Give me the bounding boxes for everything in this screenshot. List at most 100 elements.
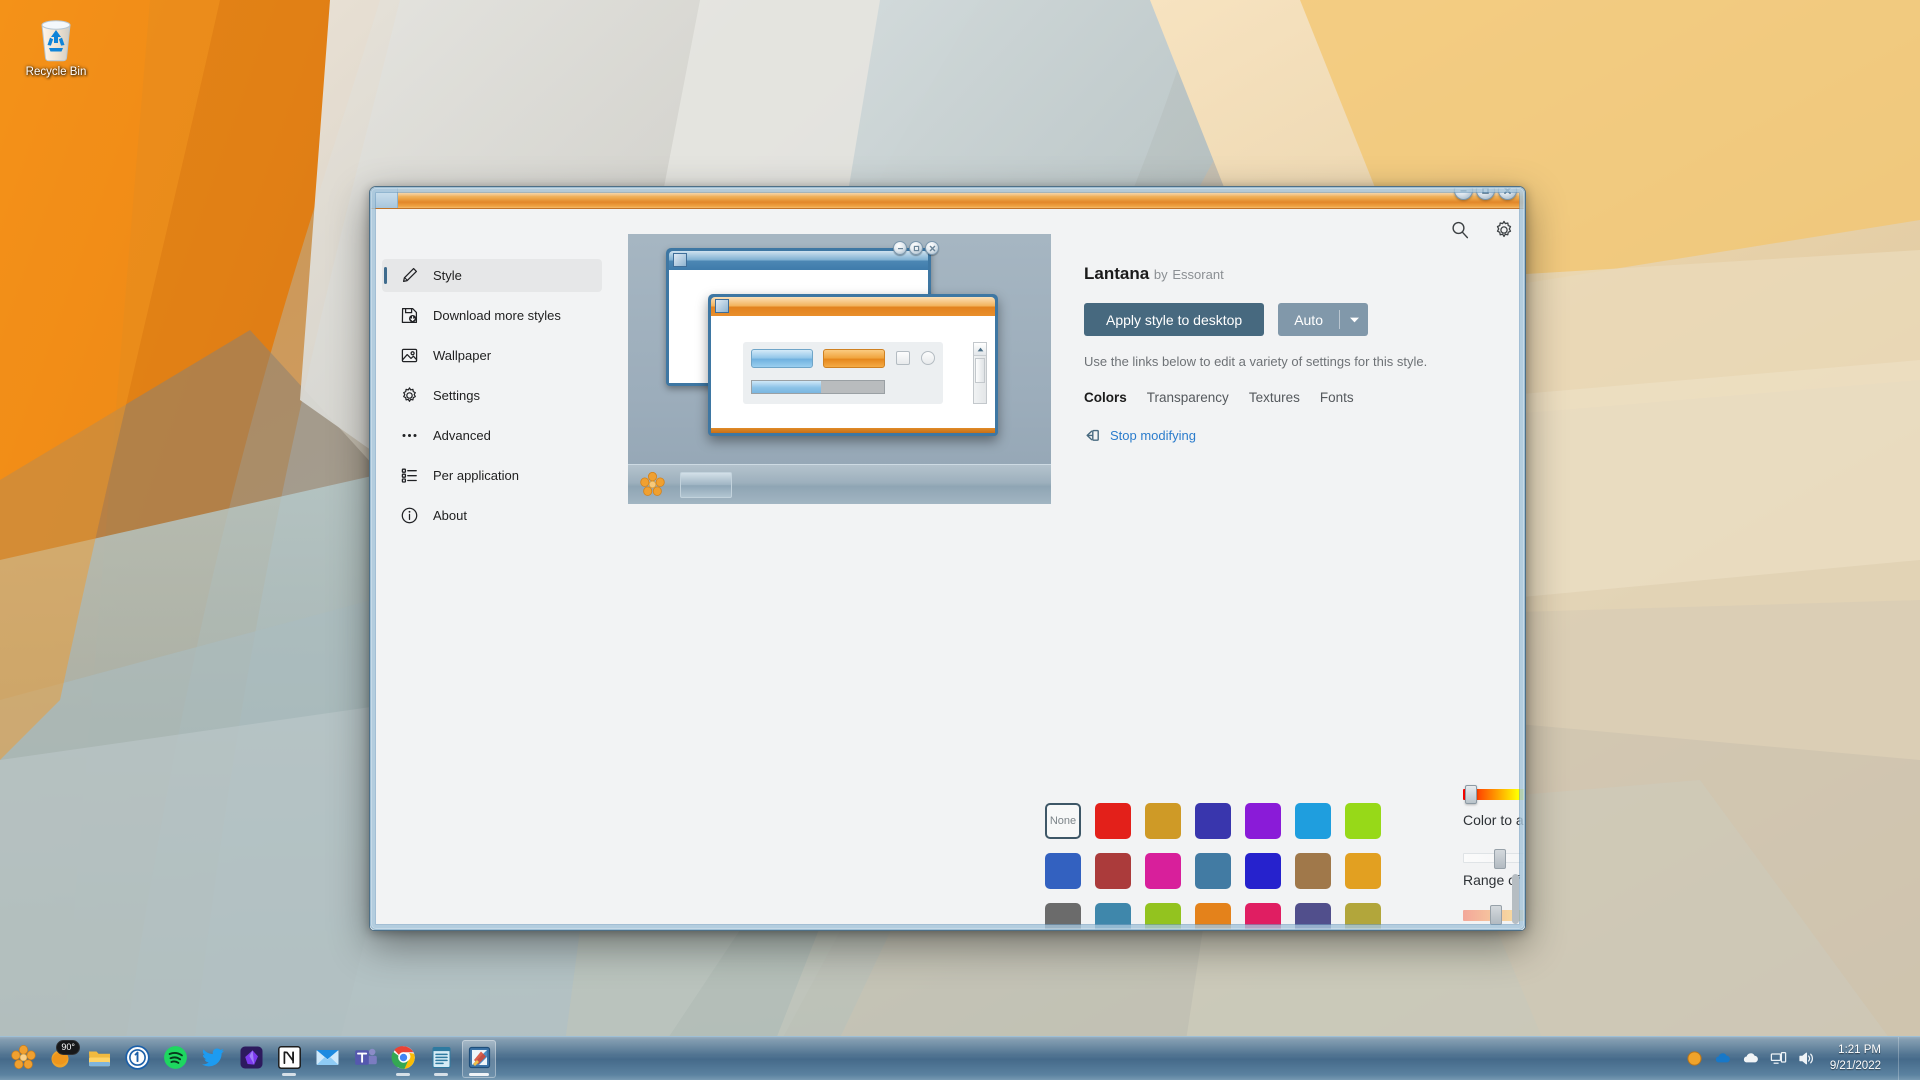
color-swatch[interactable] bbox=[1145, 803, 1181, 839]
swatch-cell bbox=[1238, 796, 1288, 846]
swatch-cell bbox=[1138, 796, 1188, 846]
recycle-bin-label: Recycle Bin bbox=[25, 66, 87, 78]
preview-app-icon bbox=[715, 299, 729, 313]
swatch-cell bbox=[1338, 896, 1388, 930]
taskbar-item-teams[interactable] bbox=[348, 1040, 382, 1078]
color-swatch[interactable] bbox=[1245, 853, 1281, 889]
tray-icon-onedrive-blue[interactable] bbox=[1714, 1050, 1731, 1067]
hue-slider-knob[interactable] bbox=[1465, 785, 1477, 804]
tray-icon-orange-dot[interactable] bbox=[1686, 1050, 1703, 1067]
preview-start-orb-icon bbox=[640, 471, 665, 497]
tab-textures[interactable]: Textures bbox=[1249, 390, 1300, 405]
taskbar-item-twitter[interactable] bbox=[196, 1040, 230, 1078]
sidebar-item-advanced[interactable]: Advanced bbox=[382, 419, 602, 452]
style-by-prefix: by bbox=[1153, 267, 1168, 282]
primary-skin-slider-knob[interactable] bbox=[1490, 905, 1502, 925]
swatch-cell bbox=[1238, 846, 1288, 896]
show-desktop-button[interactable] bbox=[1898, 1036, 1906, 1080]
preview-window-body bbox=[711, 316, 995, 428]
scrollbar-thumb[interactable] bbox=[1512, 874, 1519, 924]
folder-icon bbox=[87, 1045, 112, 1070]
taskbar-item-notion[interactable] bbox=[272, 1040, 306, 1078]
close-button[interactable] bbox=[1498, 187, 1517, 200]
mail-icon bbox=[315, 1045, 340, 1070]
sidebar-item-wallpaper[interactable]: Wallpaper bbox=[382, 339, 602, 372]
color-swatch[interactable] bbox=[1195, 853, 1231, 889]
content-scrollbar[interactable] bbox=[1510, 259, 1521, 924]
sidebar-item-settings[interactable]: Settings bbox=[382, 379, 602, 412]
taskbar-item-file-explorer[interactable] bbox=[82, 1040, 116, 1078]
search-icon[interactable] bbox=[1449, 219, 1471, 241]
chevron-down-icon[interactable] bbox=[1340, 303, 1368, 336]
color-swatch[interactable] bbox=[1295, 803, 1331, 839]
stop-modifying-link[interactable]: Stop modifying bbox=[1084, 427, 1484, 444]
preview-window-front bbox=[708, 294, 998, 436]
color-swatch[interactable] bbox=[1195, 803, 1231, 839]
style-author: Essorant bbox=[1172, 267, 1224, 282]
taskbar-item-1password[interactable] bbox=[120, 1040, 154, 1078]
color-swatch[interactable] bbox=[1195, 903, 1231, 930]
tab-fonts[interactable]: Fonts bbox=[1320, 390, 1354, 405]
preview-scrollbar bbox=[973, 342, 987, 404]
color-swatch[interactable] bbox=[1345, 903, 1381, 930]
taskbar-item-windowblinds[interactable] bbox=[462, 1039, 496, 1078]
range-slider-knob[interactable] bbox=[1494, 849, 1506, 869]
color-swatch[interactable] bbox=[1045, 903, 1081, 930]
info-icon bbox=[400, 506, 419, 525]
color-swatch-none[interactable]: None bbox=[1045, 803, 1081, 839]
color-swatch[interactable] bbox=[1295, 853, 1331, 889]
taskbar-item-obsidian[interactable] bbox=[234, 1040, 268, 1078]
color-swatch[interactable] bbox=[1095, 903, 1131, 930]
stop-modifying-label: Stop modifying bbox=[1110, 427, 1196, 443]
tray-icon-network[interactable] bbox=[1770, 1050, 1787, 1067]
taskbar-item-notepad[interactable] bbox=[424, 1040, 458, 1078]
taskbar-item-spotify[interactable] bbox=[158, 1040, 192, 1078]
sidebar-item-style[interactable]: Style bbox=[382, 259, 602, 292]
color-swatch[interactable] bbox=[1345, 803, 1381, 839]
tray-icon-onedrive-white[interactable] bbox=[1742, 1050, 1759, 1067]
color-swatch[interactable] bbox=[1295, 903, 1331, 930]
style-preview[interactable] bbox=[628, 234, 1051, 504]
taskbar-item-start-orb[interactable] bbox=[6, 1040, 40, 1078]
sidebar-item-label: Wallpaper bbox=[433, 348, 492, 363]
gear-icon bbox=[400, 386, 419, 405]
swatch-cell bbox=[1288, 796, 1338, 846]
color-swatch[interactable] bbox=[1245, 803, 1281, 839]
preview-scroll-thumb bbox=[975, 358, 985, 383]
color-swatch[interactable] bbox=[1145, 903, 1181, 930]
tab-transparency[interactable]: Transparency bbox=[1147, 390, 1229, 405]
color-swatch[interactable] bbox=[1045, 853, 1081, 889]
clock-date: 9/21/2022 bbox=[1829, 1059, 1881, 1072]
swatch-cell bbox=[1338, 796, 1388, 846]
color-swatch[interactable] bbox=[1145, 853, 1181, 889]
sidebar-item-label: Settings bbox=[433, 388, 480, 403]
color-swatch[interactable] bbox=[1345, 853, 1381, 889]
taskbar-item-mail[interactable] bbox=[310, 1040, 344, 1078]
preview-maximize-icon bbox=[909, 241, 923, 255]
preview-minimize-icon bbox=[893, 241, 907, 255]
windowblinds-window[interactable]: Style Download more styles Wallpaper Set… bbox=[369, 186, 1526, 931]
taskbar-item-weather[interactable]: 90° bbox=[44, 1039, 80, 1078]
gear-icon[interactable] bbox=[1493, 219, 1515, 241]
tab-colors[interactable]: Colors bbox=[1084, 390, 1127, 405]
auto-dropdown-button[interactable]: Auto bbox=[1278, 303, 1368, 336]
color-swatch[interactable] bbox=[1095, 803, 1131, 839]
tray-icon-volume[interactable] bbox=[1798, 1050, 1815, 1067]
sidebar-item-about[interactable]: About bbox=[382, 499, 602, 532]
sidebar-item-label: Advanced bbox=[433, 428, 491, 443]
desktop-icon-recycle-bin[interactable]: Recycle Bin bbox=[10, 12, 102, 80]
window-title-bar[interactable] bbox=[370, 187, 1525, 209]
color-swatch[interactable] bbox=[1095, 853, 1131, 889]
swatch-cell bbox=[1238, 896, 1288, 930]
window-controls[interactable] bbox=[1454, 187, 1517, 200]
apply-style-to-desktop-button[interactable]: Apply style to desktop bbox=[1084, 303, 1265, 336]
sidebar-item-download-more-styles[interactable]: Download more styles bbox=[382, 299, 602, 332]
sidebar-item-per-application[interactable]: Per application bbox=[382, 459, 602, 492]
color-swatch[interactable] bbox=[1245, 903, 1281, 930]
swatch-cell bbox=[1188, 896, 1238, 930]
maximize-button[interactable] bbox=[1476, 187, 1495, 200]
taskbar-clock[interactable]: 1:21 PM 9/21/2022 bbox=[1830, 1043, 1881, 1074]
minimize-button[interactable] bbox=[1454, 187, 1473, 200]
twitter-icon bbox=[201, 1045, 226, 1070]
taskbar-item-chrome[interactable] bbox=[386, 1040, 420, 1078]
